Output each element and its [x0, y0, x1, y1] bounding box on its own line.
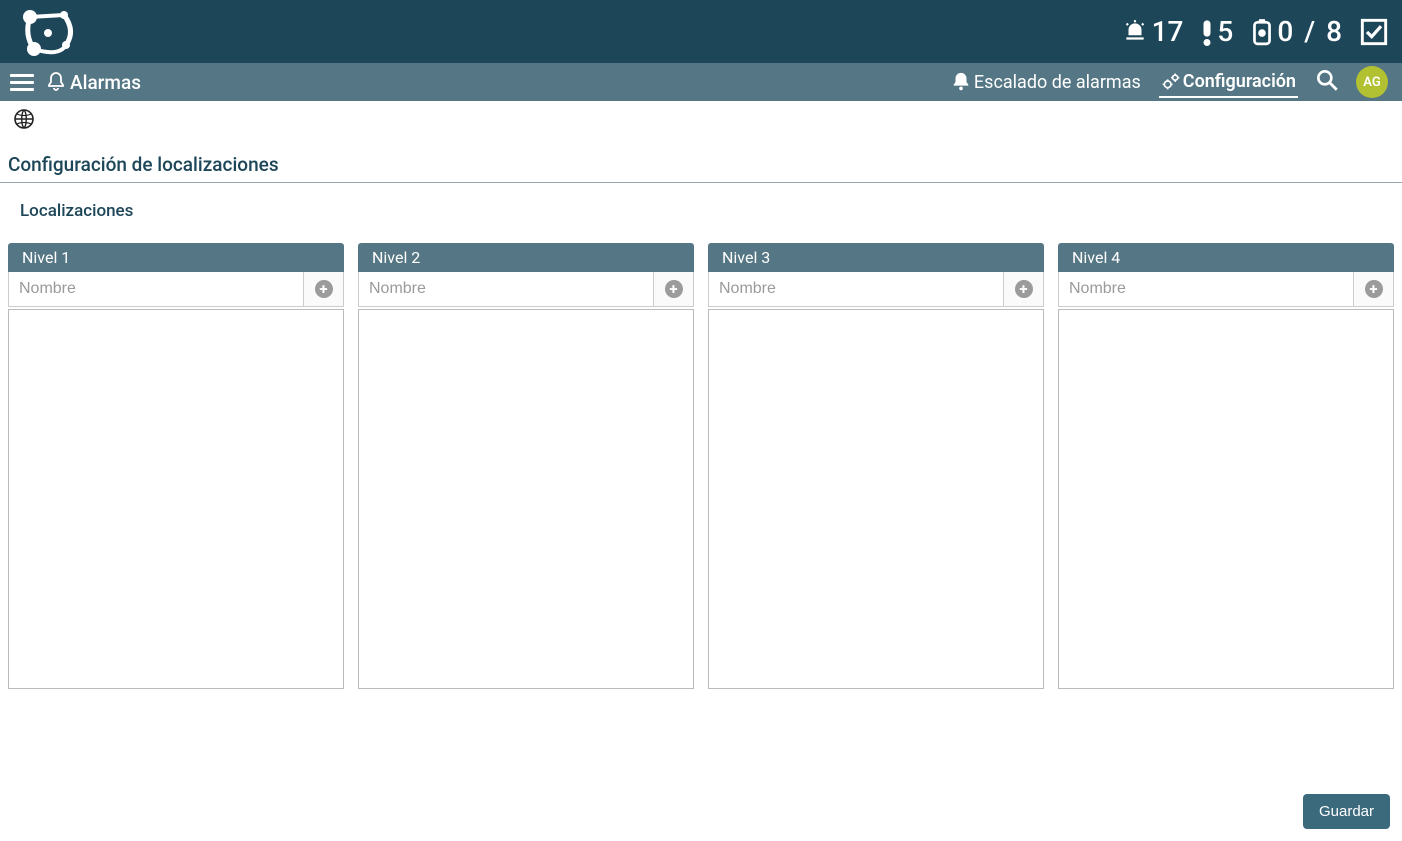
level-column-2: Nivel 2 + [358, 243, 694, 689]
level-input-row-4: + [1058, 272, 1394, 307]
level-add-button-1[interactable]: + [303, 272, 343, 306]
gears-icon [1161, 71, 1181, 91]
status-battery[interactable]: 0 / 8 [1251, 15, 1342, 48]
level-input-row-2: + [358, 272, 694, 307]
level-header-2: Nivel 2 [358, 243, 694, 272]
tab-configuration-label: Configuración [1183, 71, 1296, 92]
page-title: Configuración de localizaciones [0, 135, 1402, 183]
status-battery-right: 8 [1326, 15, 1342, 48]
save-button[interactable]: Guardar [1303, 794, 1390, 829]
bell-solid-icon [950, 71, 972, 93]
status-alarm-count: 17 [1152, 15, 1184, 48]
plus-icon: + [665, 280, 683, 298]
tab-configuration[interactable]: Configuración [1159, 67, 1298, 98]
level-list-2[interactable] [358, 309, 694, 689]
exclamation-icon [1201, 18, 1213, 46]
sub-header-right: Escalado de alarmas Configuración AG [948, 66, 1388, 98]
menu-button[interactable] [8, 66, 36, 99]
level-column-1: Nivel 1 + [8, 243, 344, 689]
avatar[interactable]: AG [1356, 66, 1388, 98]
status-alert[interactable]: 5 [1201, 15, 1233, 48]
level-add-button-2[interactable]: + [653, 272, 693, 306]
level-name-input-3[interactable] [709, 272, 1003, 306]
level-header-3: Nivel 3 [708, 243, 1044, 272]
level-name-input-2[interactable] [359, 272, 653, 306]
section-alarms[interactable]: Alarmas [44, 70, 141, 94]
level-header-4: Nivel 4 [1058, 243, 1394, 272]
plus-icon: + [315, 280, 333, 298]
alarm-light-icon [1122, 19, 1148, 45]
level-name-input-1[interactable] [9, 272, 303, 306]
top-header: 17 5 0 / 8 [0, 0, 1402, 63]
bell-outline-icon [44, 70, 68, 94]
tab-escalation[interactable]: Escalado de alarmas [948, 67, 1143, 97]
logo-icon [14, 7, 84, 57]
section-alarms-label: Alarmas [70, 71, 141, 94]
levels-container: Nivel 1 + Nivel 2 + Nivel 3 + Nivel [0, 243, 1402, 689]
level-add-button-3[interactable]: + [1003, 272, 1043, 306]
battery-icon [1251, 18, 1273, 46]
breadcrumb-row [0, 101, 1402, 135]
level-column-3: Nivel 3 + [708, 243, 1044, 689]
sub-header: Alarmas Escalado de alarmas Configuració… [0, 63, 1402, 101]
level-input-row-1: + [8, 272, 344, 307]
app-logo [14, 0, 84, 63]
tab-escalation-label: Escalado de alarmas [974, 72, 1141, 93]
status-alert-count: 5 [1217, 15, 1233, 48]
checkbox-icon [1360, 18, 1388, 46]
status-battery-sep: / [1297, 15, 1322, 48]
level-header-1: Nivel 1 [8, 243, 344, 272]
level-name-input-4[interactable] [1059, 272, 1353, 306]
globe-icon [12, 107, 36, 131]
sub-header-left: Alarmas [8, 66, 141, 99]
status-battery-left: 0 [1277, 15, 1293, 48]
status-check[interactable] [1360, 18, 1388, 46]
level-input-row-3: + [708, 272, 1044, 307]
header-status-group: 17 5 0 / 8 [1122, 15, 1388, 48]
plus-icon: + [1015, 280, 1033, 298]
status-alarm[interactable]: 17 [1122, 15, 1184, 48]
subsection-title: Localizaciones [0, 201, 1402, 221]
plus-icon: + [1365, 280, 1383, 298]
level-column-4: Nivel 4 + [1058, 243, 1394, 689]
level-list-1[interactable] [8, 309, 344, 689]
level-add-button-4[interactable]: + [1353, 272, 1393, 306]
globe-button[interactable] [12, 116, 36, 135]
level-list-4[interactable] [1058, 309, 1394, 689]
search-icon [1314, 67, 1340, 93]
search-button[interactable] [1314, 67, 1340, 97]
level-list-3[interactable] [708, 309, 1044, 689]
avatar-initials: AG [1363, 75, 1380, 90]
